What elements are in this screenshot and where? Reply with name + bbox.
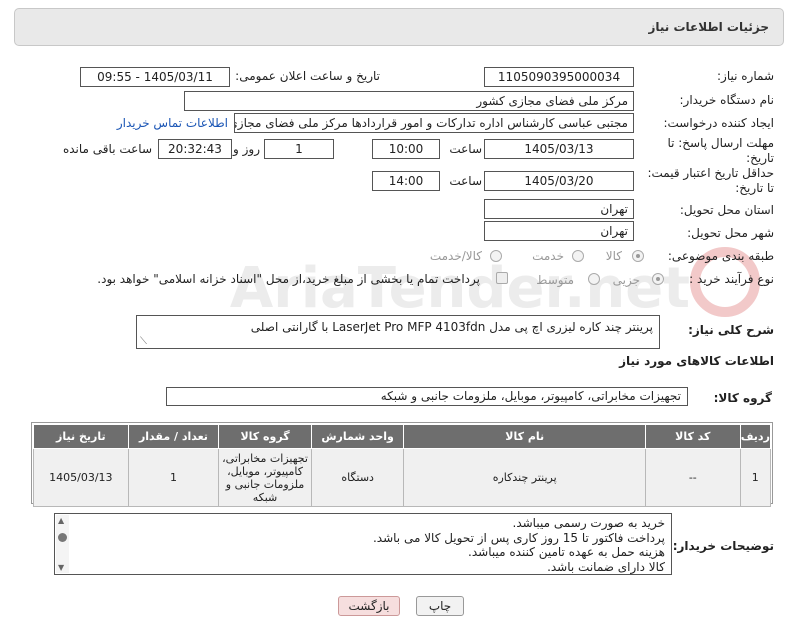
process-medium-label: متوسط bbox=[536, 273, 574, 287]
notes-scrollbar[interactable]: ▲ ▼ bbox=[56, 515, 69, 573]
city-field: تهران bbox=[484, 221, 634, 241]
cell-unit: دستگاه bbox=[310, 448, 405, 507]
goods-group-label: گروه کالا: bbox=[713, 391, 772, 405]
price-validity-date: 1405/03/20 bbox=[484, 171, 634, 191]
price-validity-label: حداقل تاریخ اعتبار قیمت: تا تاریخ: bbox=[647, 166, 774, 195]
description-text: پرینتر چند کاره لیزری اچ پی مدل LaserJet… bbox=[250, 320, 653, 334]
category-label: طبقه بندی موضوعی: bbox=[667, 249, 774, 263]
category-goods-radio[interactable] bbox=[632, 250, 644, 262]
buyer-note-line: پرداخت فاکتور تا 15 روز کاری پس از تحویل… bbox=[372, 530, 665, 545]
category-service-label: خدمت bbox=[532, 249, 564, 263]
back-button[interactable]: بازگشت bbox=[338, 596, 400, 616]
print-button[interactable]: چاپ bbox=[416, 596, 464, 616]
reply-time-label: ساعت bbox=[449, 142, 482, 156]
table-header-row: ردیف کد کالا نام کالا واحد شمارش گروه کا… bbox=[33, 424, 772, 449]
buyer-org-field: مرکز ملی فضای مجازی کشور bbox=[184, 91, 634, 111]
buyer-note-line: کالا دارای ضمانت باشد. bbox=[547, 559, 665, 574]
page-title: جزئیات اطلاعات نیاز bbox=[648, 20, 769, 34]
col-code-header: کد کالا bbox=[644, 424, 741, 449]
reply-deadline-date: 1405/03/13 bbox=[484, 139, 634, 159]
buyer-notes-text: خرید به صورت رسمی میباشد. پرداخت فاکتور … bbox=[75, 516, 665, 574]
buyer-notes-field: خرید به صورت رسمی میباشد. پرداخت فاکتور … bbox=[54, 513, 672, 575]
header-panel: جزئیات اطلاعات نیاز bbox=[14, 8, 784, 46]
province-label: استان محل تحویل: bbox=[679, 203, 774, 217]
time-remaining-field: 20:32:43 bbox=[158, 139, 232, 159]
buyer-contact-link[interactable]: اطلاعات تماس خریدار bbox=[117, 116, 228, 130]
reply-deadline-label: مهلت ارسال پاسخ: تا تاریخ: bbox=[667, 136, 774, 165]
reply-deadline-time: 10:00 bbox=[372, 139, 440, 159]
city-label: شهر محل تحویل: bbox=[687, 226, 774, 240]
process-medium-radio[interactable] bbox=[588, 273, 600, 285]
category-goods-label: کالا bbox=[605, 249, 622, 263]
cell-code: -- bbox=[644, 448, 741, 507]
cell-row: 1 bbox=[739, 448, 772, 507]
requester-field: مجتبی عباسی کارشناس اداره تدارکات و امور… bbox=[234, 113, 634, 133]
scroll-up-icon[interactable]: ▲ bbox=[58, 516, 64, 525]
treasury-payment-checkbox[interactable] bbox=[496, 272, 508, 284]
resize-handle-icon[interactable]: ⟋ bbox=[140, 336, 147, 347]
days-remaining-field: 1 bbox=[264, 139, 334, 159]
time-remaining-label: ساعت باقی مانده bbox=[62, 142, 152, 156]
requester-label: ایجاد کننده درخواست: bbox=[663, 116, 774, 130]
process-minor-label: جزیی bbox=[612, 273, 640, 287]
cell-name: پرینتر چندکاره bbox=[403, 448, 646, 507]
buyer-note-line: خرید به صورت رسمی میباشد. bbox=[512, 516, 665, 530]
buyer-org-label: نام دستگاه خریدار: bbox=[679, 93, 775, 107]
col-group-header: گروه کالا bbox=[218, 424, 312, 449]
col-date-header: تاریخ نیاز bbox=[33, 424, 129, 449]
need-number-field: 1105090395000034 bbox=[484, 67, 634, 87]
watermark-text: AriaTender.net bbox=[230, 256, 690, 321]
price-validity-time-label: ساعت bbox=[449, 174, 482, 188]
announce-datetime-label: تاریخ و ساعت اعلان عمومی: bbox=[235, 69, 380, 83]
description-field: پرینتر چند کاره لیزری اچ پی مدل LaserJet… bbox=[136, 315, 660, 349]
treasury-payment-note: پرداخت تمام یا بخشی از مبلغ خرید،از محل … bbox=[97, 272, 480, 286]
scroll-thumb[interactable] bbox=[58, 533, 67, 542]
buyer-note-line: هزینه حمل به عهده تامین کننده میباشد. bbox=[468, 545, 665, 559]
buyer-notes-label: توضیحات خریدار: bbox=[672, 539, 774, 553]
announce-datetime-field: 1405/03/11 - 09:55 bbox=[80, 67, 230, 87]
items-table: ردیف کد کالا نام کالا واحد شمارش گروه کا… bbox=[33, 424, 772, 507]
category-service-radio[interactable] bbox=[572, 250, 584, 262]
col-qty-header: تعداد / مقدار bbox=[127, 424, 220, 449]
process-minor-radio[interactable] bbox=[652, 273, 664, 285]
scroll-down-icon[interactable]: ▼ bbox=[58, 563, 64, 572]
process-type-label: نوع فرآیند خرید : bbox=[689, 272, 774, 286]
goods-group-field: تجهیزات مخابراتی، کامپیوتر، موبایل، ملزو… bbox=[166, 387, 688, 406]
category-both-label: کالا/خدمت bbox=[429, 249, 482, 263]
days-label: روز و bbox=[233, 142, 260, 156]
price-validity-time: 14:00 bbox=[372, 171, 440, 191]
province-field: تهران bbox=[484, 199, 634, 219]
col-unit-header: واحد شمارش bbox=[310, 424, 405, 449]
col-name-header: نام کالا bbox=[403, 424, 646, 449]
goods-section-title: اطلاعات کالاهای مورد نیاز bbox=[619, 354, 774, 368]
cell-group: تجهیزات مخابراتی، کامپیوتر، موبایل، ملزو… bbox=[218, 448, 312, 507]
description-label: شرح کلی نیاز: bbox=[688, 323, 774, 337]
cell-qty: 1 bbox=[127, 448, 220, 507]
cell-date: 1405/03/13 bbox=[33, 448, 129, 507]
need-number-label: شماره نیاز: bbox=[717, 69, 774, 83]
col-row-header: ردیف bbox=[739, 424, 772, 449]
table-row: 1 -- پرینتر چندکاره دستگاه تجهیزات مخابر… bbox=[33, 448, 772, 507]
category-both-radio[interactable] bbox=[490, 250, 502, 262]
